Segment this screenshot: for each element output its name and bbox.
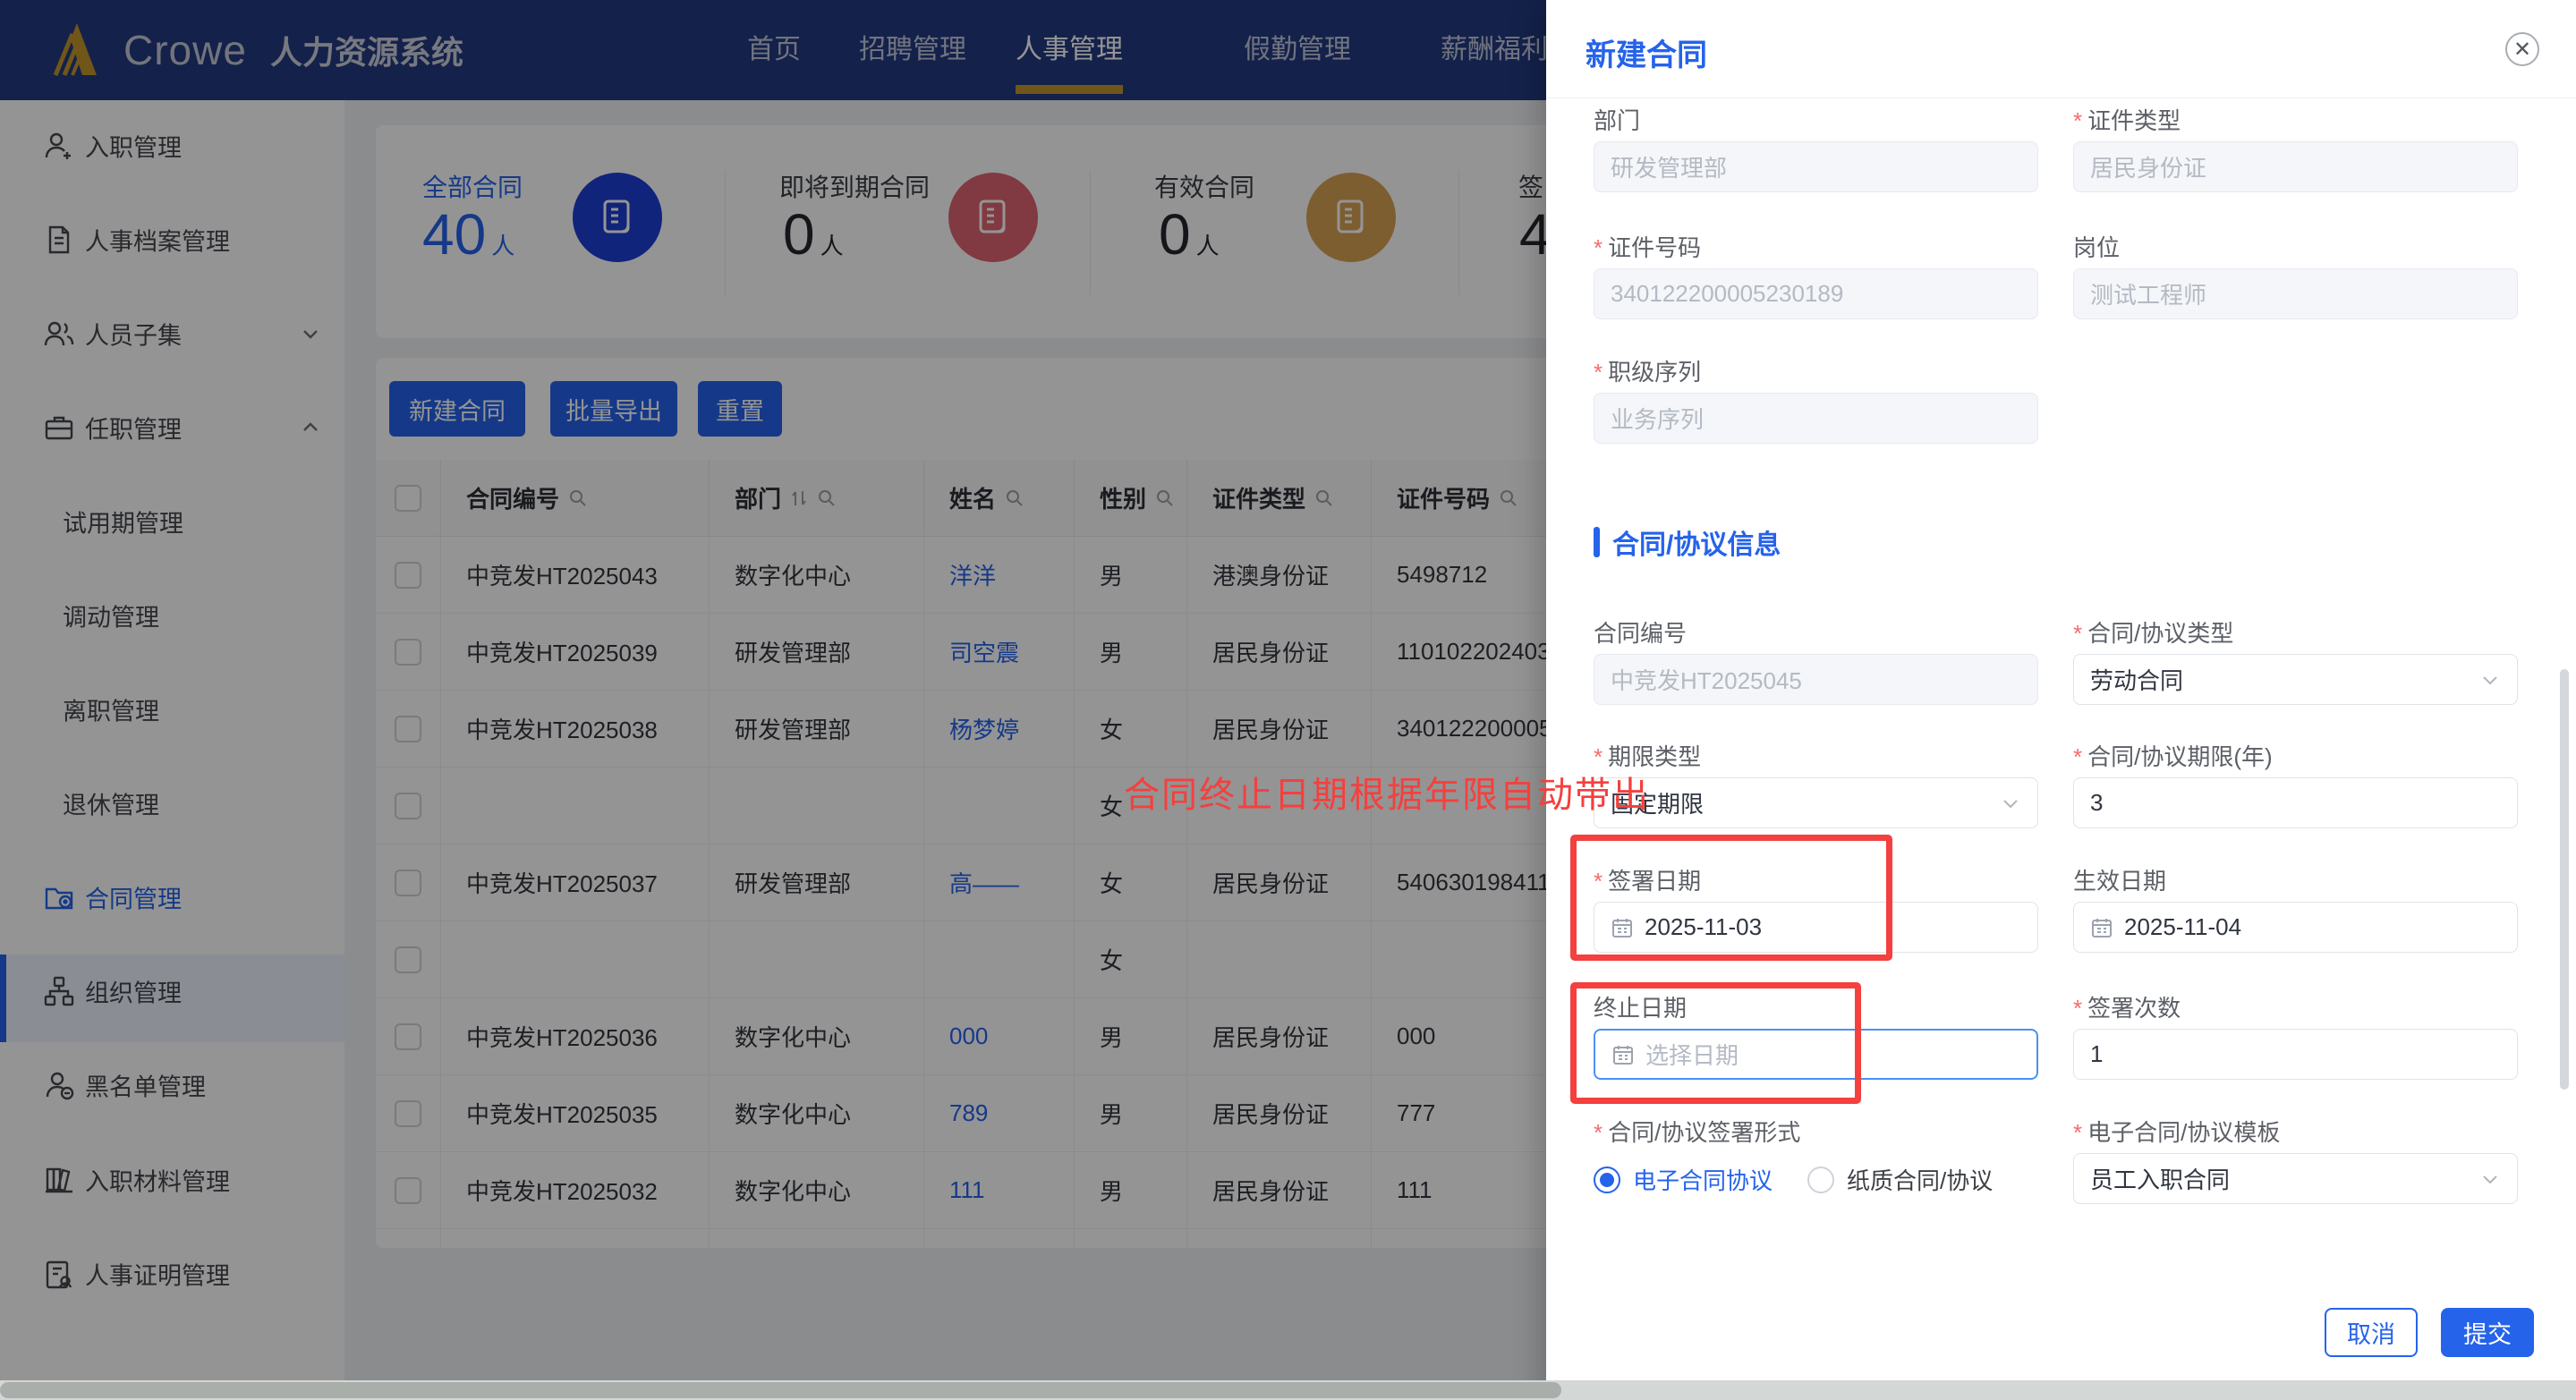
drawer-title: 新建合同 <box>1586 38 1707 72</box>
radio-icon <box>1594 1166 1620 1193</box>
field-cert-no: * 证件号码 340122200005230189 <box>1594 233 2038 319</box>
dept-input: 研发管理部 <box>1594 141 2038 192</box>
cert-type-input: 居民身份证 <box>2073 141 2518 192</box>
effective-date-picker[interactable]: 2025-11-04 <box>2073 902 2518 953</box>
drawer-scrollbar[interactable] <box>2560 669 2569 1090</box>
template-select[interactable]: 员工入职合同 <box>2073 1153 2518 1204</box>
annotation-note: 合同终止日期根据年限自动带出 <box>1124 776 1650 815</box>
term-type-select[interactable]: 固定期限 <box>1594 777 2038 828</box>
field-contract-no: *合同编号 中竞发HT2025045 <box>1594 619 2038 705</box>
cert-no-input: 340122200005230189 <box>1594 268 2038 319</box>
field-job-series: * 职级序列 业务序列 <box>1594 358 2038 444</box>
field-term-years: * 合同/协议期限(年) 3 <box>2073 742 2518 828</box>
horizontal-scrollbar[interactable] <box>0 1380 2576 1400</box>
field-sign-form: * 合同/协议签署形式 <box>1594 1119 1801 1146</box>
field-effective-date: *生效日期 2025-11-04 <box>2073 867 2518 953</box>
field-sign-count: * 签署次数 1 <box>2073 994 2518 1080</box>
submit-button[interactable]: 提交 <box>2441 1308 2534 1357</box>
field-post: *岗位 测试工程师 <box>2073 233 2518 319</box>
job-series-input: 业务序列 <box>1594 393 2038 444</box>
chevron-down-icon <box>2483 1175 2497 1184</box>
chevron-down-icon <box>2003 799 2018 808</box>
section-bar <box>1594 527 1600 557</box>
field-template: * 电子合同/协议模板 员工入职合同 <box>2073 1118 2518 1204</box>
new-contract-drawer: 新建合同 ✕ *部门 研发管理部 *证件类型 居民身份证 *证件号码 34012… <box>1546 0 2576 1400</box>
chevron-down-icon <box>2483 675 2497 684</box>
close-icon[interactable]: ✕ <box>2505 32 2539 66</box>
drawer-header: 新建合同 ✕ <box>1546 0 2576 98</box>
field-contract-type: * 合同/协议类型 劳动合同 <box>2073 619 2518 705</box>
field-cert-type: * 证件类型 居民身份证 <box>2073 106 2518 192</box>
field-dept: *部门 研发管理部 <box>1594 106 2038 192</box>
annotation-rect-sign-date <box>1570 835 1892 961</box>
calendar-icon <box>2092 918 2112 938</box>
term-years-input[interactable]: 3 <box>2073 777 2518 828</box>
field-term-type: * 期限类型 固定期限 <box>1594 742 2038 828</box>
contract-info-section: 合同/协议信息 <box>1594 522 1781 562</box>
contract-no-input: 中竞发HT2025045 <box>1594 654 2038 705</box>
horizontal-scrollbar-thumb[interactable] <box>0 1382 1561 1398</box>
annotation-rect-end-date <box>1570 982 1861 1104</box>
radio-electronic-contract[interactable]: 电子合同协议 <box>1594 1163 1773 1196</box>
contract-type-select[interactable]: 劳动合同 <box>2073 654 2518 705</box>
post-input: 测试工程师 <box>2073 268 2518 319</box>
radio-paper-contract[interactable]: 纸质合同/协议 <box>1807 1163 1993 1196</box>
radio-icon <box>1807 1166 1834 1193</box>
cancel-button[interactable]: 取消 <box>2325 1308 2418 1357</box>
sign-count-input[interactable]: 1 <box>2073 1029 2518 1080</box>
app-root: Crowe 人力资源系统 首页 招聘管理 人事管理 假勤管理 薪酬福利管理 入职… <box>0 0 2576 1400</box>
